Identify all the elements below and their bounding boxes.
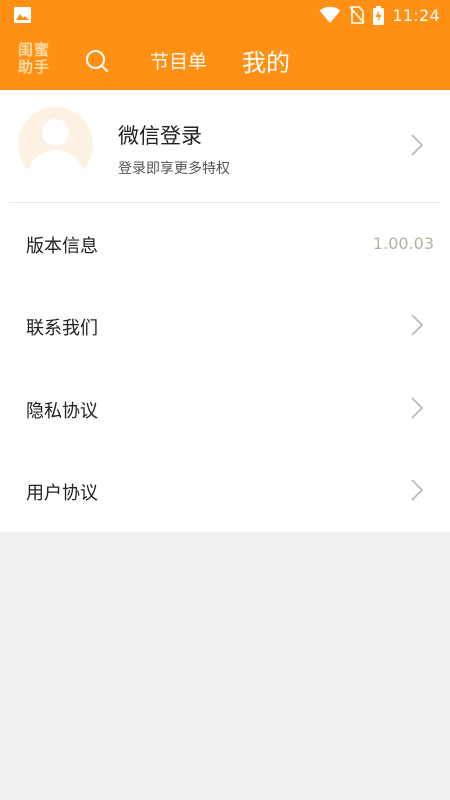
battery-charging-icon: [373, 5, 385, 25]
contact-us-row[interactable]: 联系我们: [0, 285, 450, 367]
logo-line-1: 闺蜜: [18, 41, 51, 59]
chevron-right-icon: [411, 397, 424, 419]
login-title: 微信登录: [118, 124, 202, 148]
chevron-right-icon: [411, 314, 424, 336]
chevron-right-icon: [411, 479, 424, 501]
app-logo: 闺蜜 助手: [18, 42, 56, 78]
login-subtitle: 登录即享更多特权: [118, 161, 230, 177]
version-info-row: 版本信息 1.00.03: [0, 203, 450, 285]
status-bar: 11:24: [0, 0, 450, 30]
avatar-body-shape: [27, 150, 84, 182]
top-nav-bar: 闺蜜 助手 节目单 我的: [0, 30, 450, 90]
user-agreement-label: 用户协议: [26, 483, 98, 504]
privacy-policy-row[interactable]: 隐私协议: [0, 368, 450, 450]
version-info-label: 版本信息: [26, 236, 98, 257]
logo-line-2: 助手: [18, 58, 51, 76]
avatar-head-shape: [42, 119, 69, 146]
avatar: [18, 107, 93, 182]
user-agreement-row[interactable]: 用户协议: [0, 450, 450, 532]
search-button[interactable]: [84, 48, 110, 74]
no-sim-icon: [349, 6, 365, 24]
chevron-right-icon: [411, 134, 424, 156]
mine-panel: 微信登录 登录即享更多特权 版本信息 1.00.03 联系我们 隐私协议 用户协…: [0, 90, 450, 532]
wifi-icon: [319, 6, 341, 24]
status-time: 11:24: [392, 5, 440, 25]
tab-mine[interactable]: 我的: [242, 43, 290, 78]
tab-program-list[interactable]: 节目单: [150, 47, 207, 74]
privacy-policy-label: 隐私协议: [26, 401, 98, 422]
image-icon: [14, 7, 31, 23]
wechat-login-row[interactable]: 微信登录 登录即享更多特权: [0, 90, 450, 202]
search-icon: [84, 50, 110, 78]
contact-us-label: 联系我们: [26, 318, 98, 339]
version-value: 1.00.03: [372, 234, 434, 253]
